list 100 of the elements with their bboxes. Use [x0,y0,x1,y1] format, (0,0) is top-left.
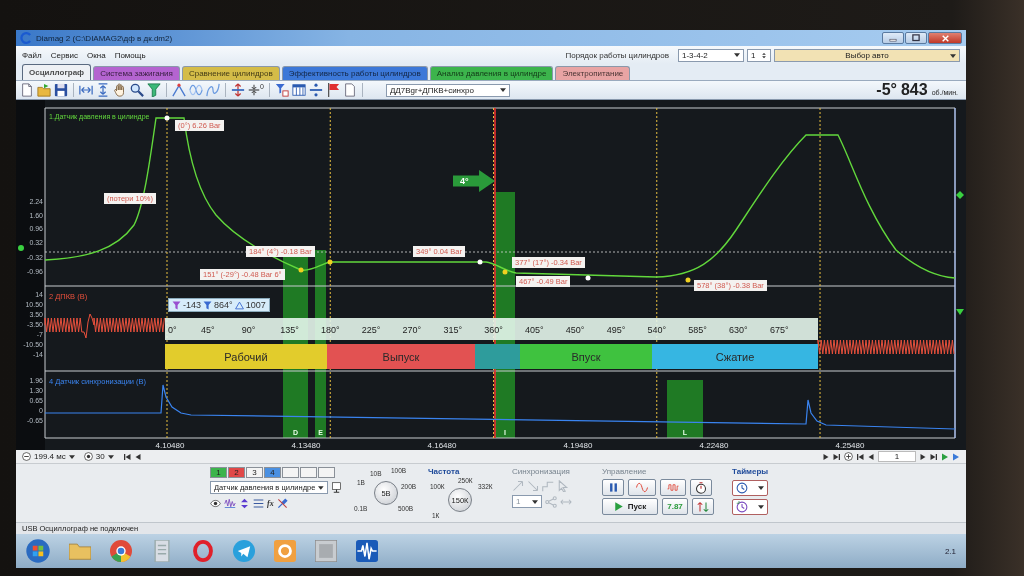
square-wave-button[interactable] [660,479,686,496]
pause-button[interactable] [602,479,624,496]
time-scale-dropdown[interactable]: 199.4 мс [34,452,66,461]
timer-button[interactable] [732,499,768,515]
waveform-icon[interactable] [356,540,378,562]
tab[interactable]: Осциллограф [22,64,92,80]
marker-dot-icon[interactable] [164,115,170,121]
save-icon[interactable] [54,83,68,97]
phase-label: Впуск [571,351,601,363]
channel-button[interactable]: 2 [228,467,245,478]
funnel-square-icon[interactable] [274,83,289,97]
marker-dot-icon[interactable] [477,259,483,265]
noise-wave-icon[interactable] [224,497,236,509]
fit-width-icon[interactable] [79,83,93,97]
marker-dot-icon[interactable] [585,275,591,281]
cylinder-spinner[interactable]: 1 [747,48,771,62]
cylinder-order-dropdown[interactable]: 1-3-4-2 [678,48,744,62]
angle-readout: -5° [876,82,897,98]
menu-item[interactable]: Сервис [50,50,79,60]
next-icon[interactable] [822,452,830,461]
degree-label: 675° [769,325,789,335]
sine-wave-button[interactable] [628,479,656,496]
overlap-wave-icon[interactable] [189,83,203,97]
page-icon[interactable] [342,83,357,97]
marker-dot-icon[interactable] [327,259,333,265]
time-label: 4.19480 [563,441,593,450]
group-title: Частота [428,467,461,477]
formula-button[interactable]: fx [267,498,274,508]
circle-logo-icon[interactable] [110,540,132,562]
level-marker-icon[interactable] [18,245,24,251]
start-button[interactable]: Пуск [602,498,658,515]
ring-icon[interactable] [192,540,214,562]
tab[interactable]: Анализ давления в цилиндре [429,66,554,80]
frame-number[interactable]: 1 [878,451,916,462]
menu-item[interactable]: Окна [87,50,106,60]
channel-button[interactable]: 4 [264,467,281,478]
auto-button[interactable] [692,498,714,515]
highlight-band [667,380,703,438]
fit-height-icon[interactable] [96,83,110,97]
first-icon[interactable] [122,452,131,461]
peak-icon[interactable] [172,83,186,97]
table-icon[interactable] [291,83,306,97]
funnel-icon[interactable] [147,83,161,97]
degree-label: 450° [565,325,585,335]
target-icon[interactable] [83,452,93,461]
clock-icon [736,482,748,494]
level-marker-icon[interactable] [956,309,964,315]
cursor-end-value: 864° [214,300,233,310]
stopwatch-button[interactable] [690,479,712,496]
add-icon[interactable] [844,452,853,461]
paper-plane-icon[interactable] [233,540,255,562]
tab[interactable]: Сравнение цилиндров [181,66,280,80]
caret-icon [107,454,114,459]
monitor-icon[interactable] [331,482,342,493]
cursor-start-value: -143 [183,300,201,310]
averaging-dropdown[interactable]: 30 [95,452,105,461]
maximize-button[interactable] [905,32,927,44]
new-file-icon[interactable] [20,83,34,97]
degree-label: 270° [402,325,422,335]
marker-dot-icon[interactable] [685,277,691,283]
lines-icon[interactable] [253,497,264,509]
app-logo-icon [20,32,32,44]
marker-dot-icon[interactable] [502,269,508,275]
tab[interactable]: Электропитание [555,66,631,80]
degree-label: 180° [320,325,340,335]
minimize-button[interactable] [882,32,904,44]
degree-label: 495° [606,325,626,335]
channel-button[interactable]: 1 [210,467,227,478]
car-select-dropdown[interactable]: Выбор авто [774,48,960,62]
loop-wave-icon[interactable] [206,83,220,97]
close-button[interactable] [928,32,962,44]
caret-icon [734,53,740,57]
zoom-icon[interactable] [130,83,144,97]
last-icon[interactable] [930,452,938,461]
hand-icon[interactable] [113,83,127,97]
funnel-icon [172,300,181,310]
up-down-arrows-icon[interactable] [239,497,250,509]
menu-item[interactable]: Помощь [114,50,146,60]
first-icon[interactable] [856,452,864,461]
tools-icon[interactable] [276,497,288,509]
marker-dot-icon[interactable] [298,267,304,273]
divide-icon[interactable] [308,83,323,97]
previous-icon[interactable] [867,452,875,461]
zoom-out-icon[interactable] [22,452,31,461]
group-title: Управление [602,467,648,477]
preset-dropdown[interactable]: ДД7Вgr+ДПКВ+синхро [385,83,510,97]
tab[interactable]: Эффективность работы цилиндров [281,66,428,80]
menu-item[interactable]: Файл [22,50,42,60]
start-orb-icon[interactable] [26,539,50,563]
flag-icon[interactable] [325,83,340,97]
app-tile-icon[interactable] [274,540,296,562]
eye-icon[interactable] [210,497,221,509]
vertical-arrows-icon[interactable] [231,83,245,97]
timer-button[interactable] [732,480,768,496]
last-icon[interactable] [833,452,841,461]
channel-button[interactable]: 3 [246,467,263,478]
tab[interactable]: Система зажигания [93,66,180,80]
level-marker-icon[interactable] [956,191,964,199]
next-icon[interactable] [919,452,927,461]
previous-icon[interactable] [133,452,142,461]
